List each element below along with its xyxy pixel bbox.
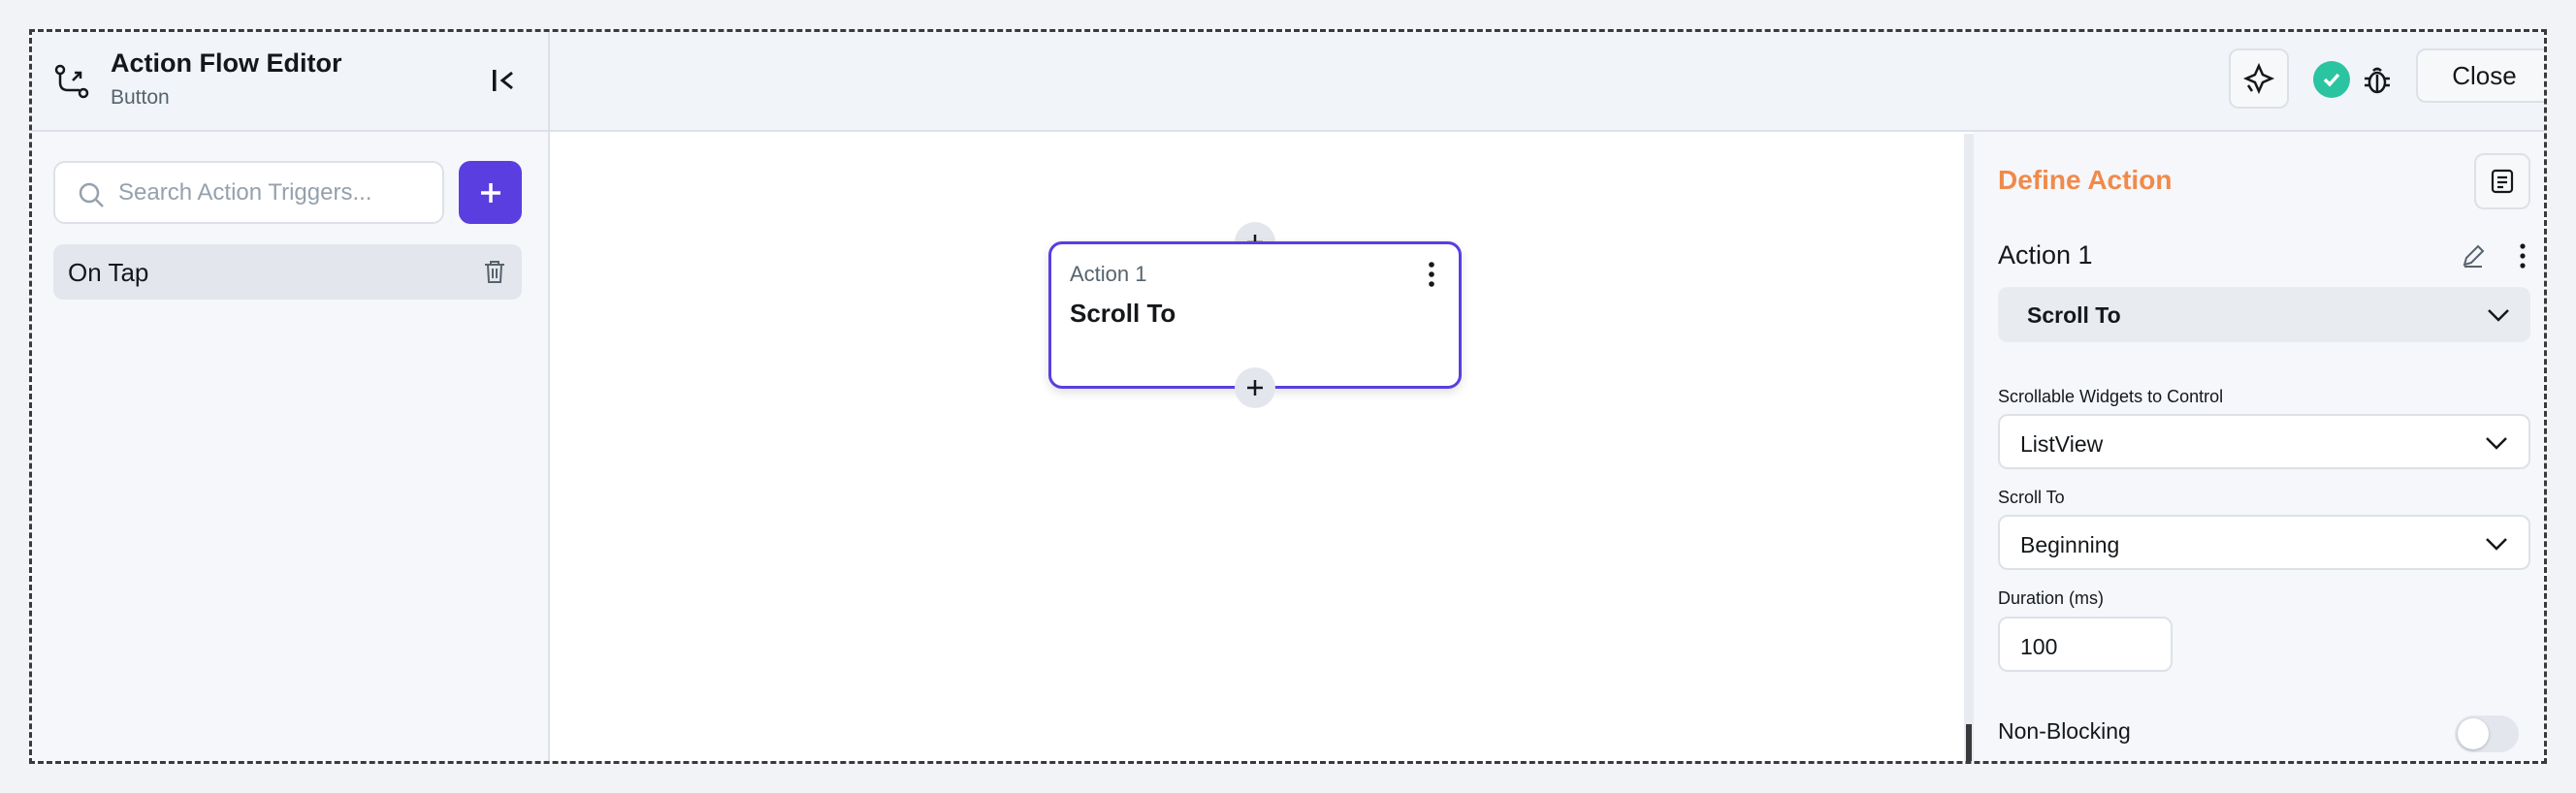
duration-label: Duration (ms) bbox=[1998, 588, 2105, 608]
collapse-sidebar-button[interactable] bbox=[484, 61, 523, 100]
documentation-button[interactable] bbox=[2474, 153, 2530, 209]
non-blocking-toggle[interactable] bbox=[2455, 715, 2519, 752]
delete-trigger-icon[interactable] bbox=[481, 258, 508, 285]
action-name: Action 1 bbox=[1998, 240, 2093, 270]
toggle-knob bbox=[2458, 718, 2489, 749]
page-subtitle: Button bbox=[111, 86, 170, 109]
bug-icon bbox=[2365, 67, 2390, 94]
page-title: Action Flow Editor bbox=[111, 48, 342, 78]
scroll-to-label: Scroll To bbox=[1998, 488, 2065, 507]
action-triggers-sidebar: On Tap bbox=[32, 132, 550, 761]
scrollbar-thumb[interactable] bbox=[1966, 724, 1972, 761]
plus-icon bbox=[1247, 380, 1263, 396]
search-triggers-field[interactable] bbox=[53, 161, 444, 224]
scrollable-widgets-label: Scrollable Widgets to Control bbox=[1998, 387, 2224, 406]
scroll-to-value: Beginning bbox=[2020, 532, 2120, 557]
flow-branch-icon bbox=[54, 64, 89, 99]
trigger-item-on-tap[interactable]: On Tap bbox=[53, 244, 522, 300]
more-vertical-icon[interactable] bbox=[1426, 260, 1437, 289]
action-type-dropdown[interactable]: Scroll To bbox=[1998, 287, 2530, 342]
add-action-below-button[interactable] bbox=[1235, 367, 1275, 408]
scrollable-widgets-value: ListView bbox=[2020, 431, 2104, 457]
collapse-sidebar-icon bbox=[493, 70, 513, 91]
panel-title: Define Action bbox=[1998, 165, 2173, 195]
editor-header: Action Flow Editor Button bbox=[32, 32, 550, 132]
add-trigger-button[interactable] bbox=[459, 161, 522, 224]
search-input[interactable] bbox=[118, 174, 429, 211]
duration-value: 100 bbox=[2020, 634, 2058, 659]
action-type-value: Scroll To bbox=[2027, 302, 2121, 328]
canvas-scrollbar[interactable] bbox=[1964, 134, 1974, 761]
scroll-to-dropdown[interactable]: Beginning bbox=[1998, 515, 2530, 570]
chevron-down-icon bbox=[2488, 309, 2509, 322]
debug-button[interactable] bbox=[2359, 61, 2396, 98]
search-icon bbox=[79, 182, 104, 207]
define-action-panel: Define Action Action 1 Scroll To Scrolla… bbox=[1974, 132, 2544, 761]
success-check-icon bbox=[2323, 73, 2340, 87]
editor-toolbar: Close bbox=[550, 32, 2544, 132]
close-button[interactable]: Close bbox=[2416, 48, 2544, 103]
flow-canvas[interactable]: Action 1 Scroll To bbox=[550, 132, 1964, 761]
scrollable-widgets-dropdown[interactable]: ListView bbox=[1998, 414, 2530, 469]
trigger-label: On Tap bbox=[68, 258, 149, 287]
chevron-down-icon bbox=[2486, 538, 2507, 551]
action-flow-editor-window: Action Flow Editor Button Close Search A… bbox=[29, 29, 2547, 764]
plus-icon bbox=[480, 182, 500, 203]
build-status-button[interactable] bbox=[2313, 61, 2350, 98]
non-blocking-label: Non-Blocking bbox=[1998, 718, 2131, 744]
more-vertical-icon[interactable] bbox=[2517, 241, 2528, 270]
document-icon bbox=[2491, 169, 2514, 194]
ai-assist-button[interactable] bbox=[2229, 48, 2289, 109]
edit-pencil-icon[interactable] bbox=[2459, 241, 2488, 270]
duration-input[interactable]: 100 bbox=[1998, 617, 2173, 672]
chevron-down-icon bbox=[2486, 437, 2507, 450]
action-node-title: Scroll To bbox=[1070, 299, 1176, 328]
action-node-subtitle: Action 1 bbox=[1070, 262, 1147, 286]
ai-sparkle-icon bbox=[2242, 62, 2275, 95]
